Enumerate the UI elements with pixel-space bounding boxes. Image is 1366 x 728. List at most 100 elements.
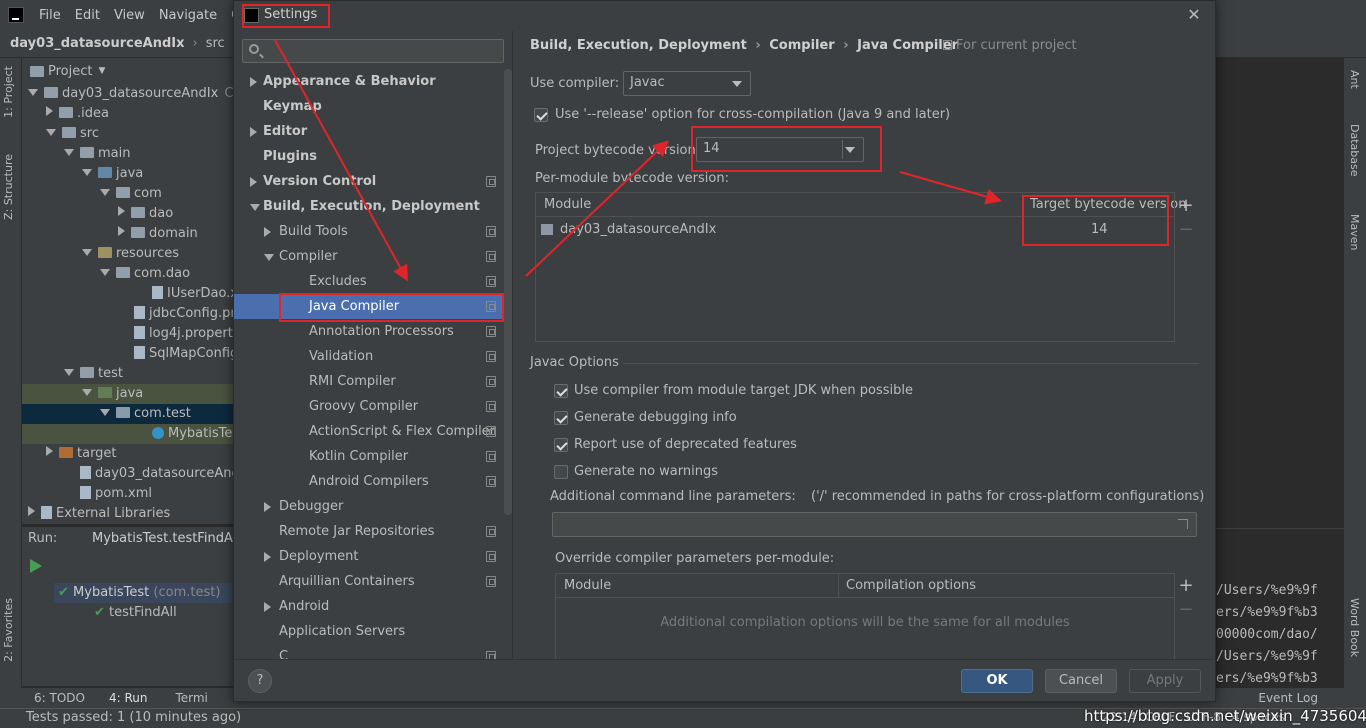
tool-tab-word-book[interactable]: Word Book: [1348, 598, 1361, 657]
project-tree-item[interactable]: com: [100, 184, 162, 204]
column-header-module[interactable]: Module: [564, 574, 611, 598]
add-module-button[interactable]: +: [1177, 197, 1195, 215]
tool-tab-todo[interactable]: 6: TODO: [34, 691, 85, 705]
settings-tree-item[interactable]: ActionScript & Flex Compiler: [234, 419, 512, 444]
chevron-right-icon[interactable]: [250, 127, 257, 137]
project-tree-item[interactable]: main: [64, 144, 130, 164]
menu-edit[interactable]: Edit: [68, 8, 107, 23]
additional-params-input[interactable]: [552, 512, 1197, 537]
settings-tree-item[interactable]: Plugins: [234, 144, 512, 169]
tool-tab-database[interactable]: Database: [1348, 124, 1361, 177]
project-tree-item[interactable]: dao: [118, 204, 173, 224]
tool-tab-project[interactable]: 1: Project: [2, 66, 15, 118]
settings-tree-item[interactable]: Version Control: [234, 169, 512, 194]
javac-option-checkbox[interactable]: [554, 411, 568, 425]
chevron-right-icon[interactable]: [118, 226, 125, 236]
settings-search[interactable]: [242, 39, 504, 63]
remove-module-button[interactable]: −: [1177, 221, 1195, 239]
settings-tree-item[interactable]: Debugger: [234, 494, 512, 519]
chevron-down-icon[interactable]: [100, 189, 110, 196]
project-tree-item[interactable]: log4j.properties: [118, 324, 251, 344]
chevron-right-icon[interactable]: [264, 552, 271, 562]
remove-override-button[interactable]: −: [1177, 601, 1195, 619]
chevron-right-icon[interactable]: [264, 602, 271, 612]
javac-option-checkbox[interactable]: [554, 438, 568, 452]
javac-option-label[interactable]: Generate no warnings: [574, 464, 718, 479]
project-tree-item[interactable]: com.test: [22, 404, 233, 424]
javac-option-checkbox[interactable]: [554, 384, 568, 398]
tool-tab-structure[interactable]: Z: Structure: [2, 154, 15, 220]
rerun-icon[interactable]: [30, 559, 42, 573]
project-bytecode-select[interactable]: 14: [696, 137, 864, 162]
menu-file[interactable]: File: [32, 8, 68, 23]
tool-tab-maven[interactable]: Maven: [1348, 214, 1361, 250]
project-tree-item[interactable]: domain: [118, 224, 198, 244]
tool-tab-ant[interactable]: Ant: [1348, 70, 1361, 89]
settings-tree-item[interactable]: Remote Jar Repositories: [234, 519, 512, 544]
chevron-right-icon[interactable]: [46, 106, 53, 116]
column-header-target[interactable]: Target bytecode version: [1030, 193, 1187, 217]
settings-tree-item[interactable]: Groovy Compiler: [234, 394, 512, 419]
target-version-cell[interactable]: 14: [1091, 218, 1108, 242]
tool-tab-favorites[interactable]: 2: Favorites: [2, 598, 15, 662]
javac-option-label[interactable]: Use compiler from module target JDK when…: [574, 383, 913, 398]
settings-tree-item[interactable]: Compiler: [234, 244, 512, 269]
test-method-row[interactable]: ✔ testFindAll: [94, 605, 177, 620]
settings-tree-item[interactable]: Java Compiler: [234, 294, 512, 319]
project-tree-item[interactable]: .idea: [46, 104, 109, 124]
project-tree-item[interactable]: java: [82, 164, 143, 184]
settings-tree-item[interactable]: RMI Compiler: [234, 369, 512, 394]
project-panel-title[interactable]: Project: [48, 64, 92, 79]
project-tree-item[interactable]: com.dao: [100, 264, 190, 284]
column-header-module[interactable]: Module: [544, 193, 591, 217]
chevron-down-icon[interactable]: [100, 409, 110, 416]
chevron-right-icon[interactable]: [118, 206, 125, 216]
chevron-down-icon[interactable]: [100, 269, 110, 276]
project-tree-item[interactable]: target: [46, 444, 117, 464]
project-tree-item[interactable]: External Libraries: [28, 504, 170, 524]
settings-tree-item[interactable]: Excludes: [234, 269, 512, 294]
chevron-down-icon[interactable]: [82, 389, 92, 396]
settings-tree-item[interactable]: Build Tools: [234, 219, 512, 244]
settings-tree-item[interactable]: Annotation Processors: [234, 319, 512, 344]
settings-tree-item[interactable]: Build, Execution, Deployment: [234, 194, 512, 219]
test-class-row[interactable]: ✔ MybatisTest (com.test): [58, 585, 220, 600]
project-tree-item[interactable]: test: [64, 364, 123, 384]
dialog-title-bar[interactable]: Settings ✕: [234, 1, 1217, 31]
chevron-down-icon[interactable]: [264, 254, 274, 261]
chevron-down-icon[interactable]: [82, 169, 92, 176]
javac-option-label[interactable]: Report use of deprecated features: [574, 437, 797, 452]
help-button[interactable]: ?: [248, 669, 272, 693]
chevron-down-icon[interactable]: [64, 149, 74, 156]
run-config-tab[interactable]: MybatisTest.testFindAll: [92, 531, 240, 546]
settings-tree-item[interactable]: Android: [234, 594, 512, 619]
chevron-down-icon[interactable]: [82, 249, 92, 256]
expand-icon[interactable]: [1178, 519, 1188, 529]
settings-tree-item[interactable]: C: [234, 644, 512, 659]
chevron-down-icon[interactable]: [28, 89, 38, 96]
chevron-down-icon[interactable]: [46, 129, 56, 136]
project-tree-item[interactable]: MybatisTest: [22, 424, 244, 444]
table-row[interactable]: day03_datasourceAndIx 14: [536, 218, 1174, 242]
chevron-right-icon[interactable]: [264, 502, 271, 512]
tool-tab-run[interactable]: 4: Run: [109, 691, 148, 705]
settings-tree-item[interactable]: Application Servers: [234, 619, 512, 644]
project-tree-item[interactable]: pom.xml: [64, 484, 152, 504]
settings-search-input[interactable]: [265, 40, 501, 62]
chevron-right-icon[interactable]: [250, 77, 257, 87]
tool-tab-terminal[interactable]: Termi: [175, 691, 207, 705]
nav-crumb-project[interactable]: day03_datasourceAndIx: [10, 36, 185, 51]
chevron-right-icon[interactable]: [264, 227, 271, 237]
apply-button[interactable]: Apply: [1129, 669, 1201, 693]
event-log-button[interactable]: Event Log: [1258, 691, 1318, 705]
javac-option-label[interactable]: Generate debugging info: [574, 410, 737, 425]
chevron-right-icon[interactable]: [250, 177, 257, 187]
project-tree-item[interactable]: resources: [82, 244, 179, 264]
release-option-label[interactable]: Use '--release' option for cross-compila…: [555, 107, 950, 122]
settings-tree-scrollbar[interactable]: [504, 69, 512, 515]
javac-option-checkbox[interactable]: [554, 465, 568, 479]
settings-tree-item[interactable]: Deployment: [234, 544, 512, 569]
close-icon[interactable]: ✕: [1184, 5, 1204, 25]
settings-tree-item[interactable]: Keymap: [234, 94, 512, 119]
settings-tree-item[interactable]: Appearance & Behavior: [234, 69, 512, 94]
